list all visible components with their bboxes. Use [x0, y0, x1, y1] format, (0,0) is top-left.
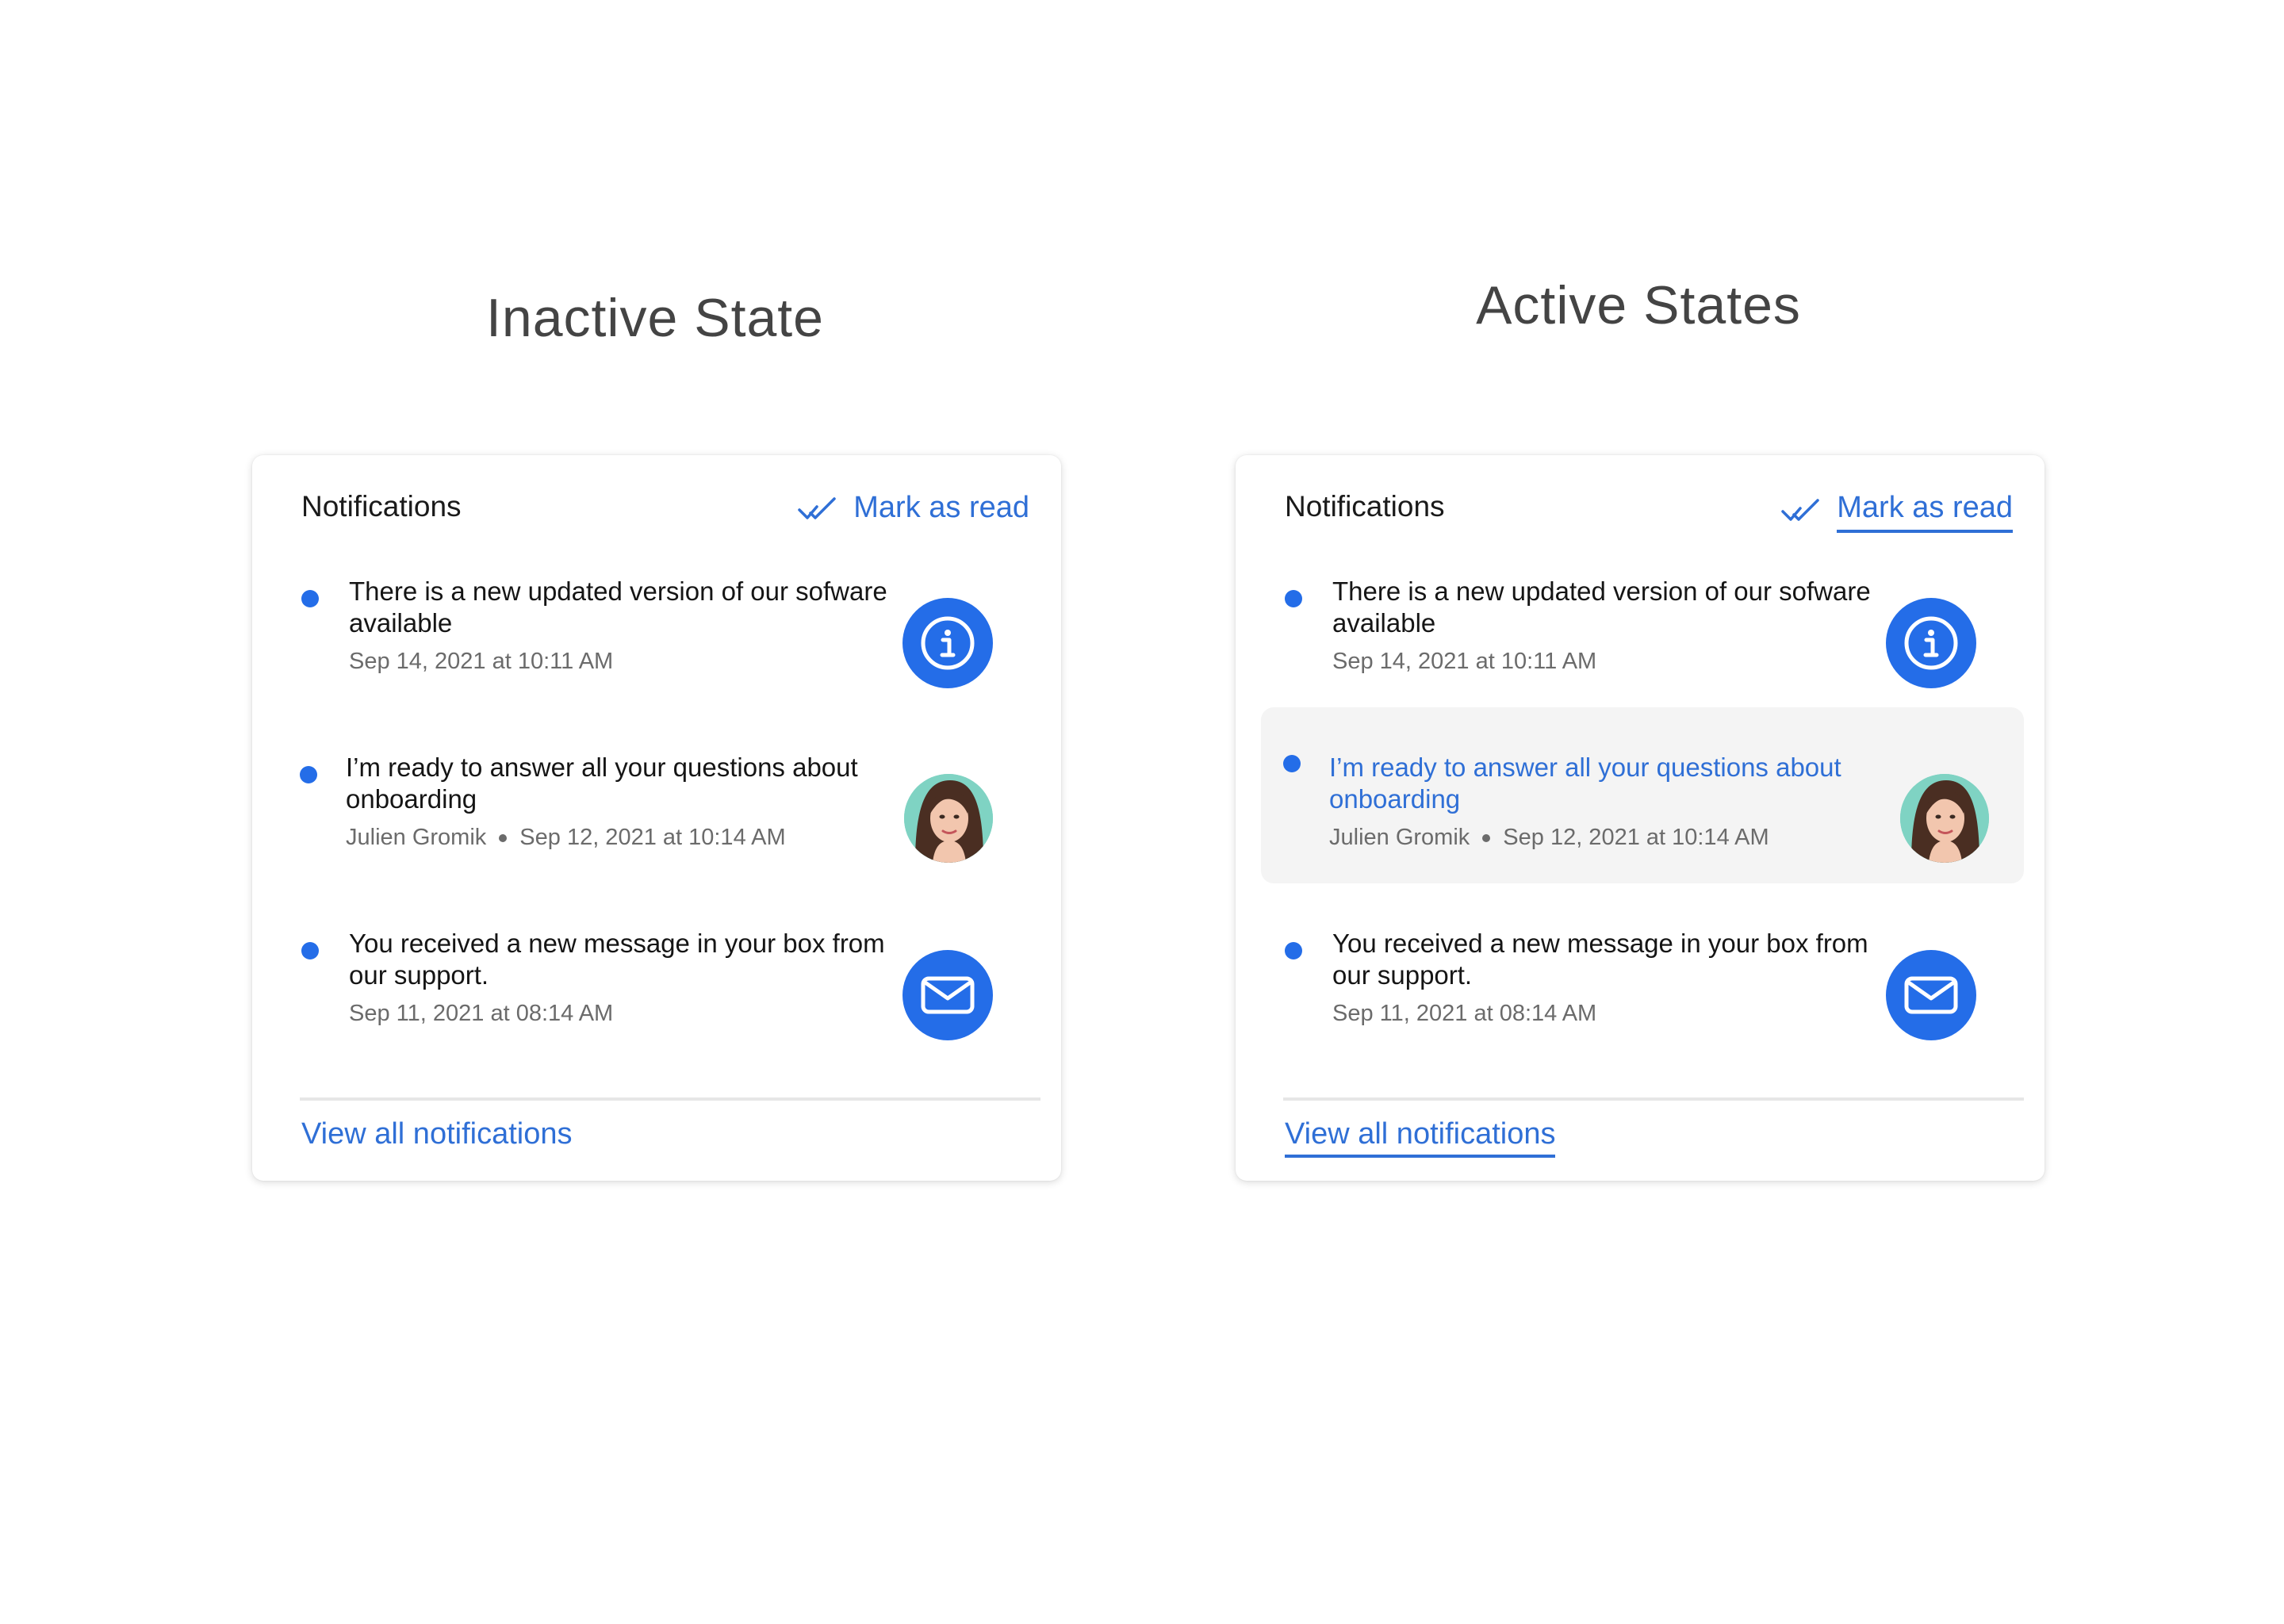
notification-message: I’m ready to answer all your questions a… — [346, 753, 858, 814]
unread-dot — [1285, 590, 1302, 607]
notification-message: I’m ready to answer all your questions a… — [1329, 753, 1841, 814]
info-icon — [1904, 616, 1958, 670]
info-badge — [902, 598, 993, 688]
notification-meta: Julien Gromik Sep 12, 2021 at 10:14 AM — [346, 825, 885, 851]
notification-date: Sep 12, 2021 at 10:14 AM — [1503, 825, 1769, 850]
meta-separator — [1482, 833, 1491, 842]
notification-item-hovered[interactable]: I’m ready to answer all your questions a… — [1261, 707, 2024, 883]
panel-title: Notifications — [1285, 490, 1445, 523]
inactive-section-title: Inactive State — [485, 288, 825, 348]
double-check-icon — [798, 497, 836, 519]
panel-title: Notifications — [301, 490, 462, 523]
notification-date: Sep 14, 2021 at 10:11 AM — [349, 649, 614, 674]
notification-meta: Sep 14, 2021 at 10:11 AM — [1332, 649, 1872, 675]
notification-meta: Sep 14, 2021 at 10:11 AM — [349, 649, 888, 675]
notifications-panel-active: Notifications Mark as read There is a ne… — [1236, 455, 2044, 1181]
notification-item[interactable]: I’m ready to answer all your questions a… — [278, 731, 1040, 907]
unread-dot — [301, 590, 319, 607]
active-section-title: Active States — [1476, 275, 1801, 335]
double-check-icon — [1781, 499, 1819, 521]
footer-divider — [300, 1097, 1040, 1101]
mark-as-read-link[interactable]: Mark as read — [798, 488, 1029, 530]
mark-as-read-label: Mark as read — [1837, 488, 2013, 533]
info-badge — [1886, 598, 1976, 688]
notification-message: There is a new updated version of our so… — [349, 576, 887, 638]
view-all-notifications-link[interactable]: View all notifications — [1285, 1115, 1556, 1158]
notification-item[interactable]: You received a new message in your box f… — [278, 907, 1040, 1083]
notification-date: Sep 11, 2021 at 08:14 AM — [349, 1001, 614, 1026]
unread-dot — [300, 766, 317, 783]
notification-date: Sep 12, 2021 at 10:14 AM — [519, 825, 786, 850]
mail-badge — [1886, 950, 1976, 1040]
notification-item[interactable]: There is a new updated version of our so… — [278, 555, 1040, 731]
mark-as-read-link[interactable]: Mark as read — [1781, 488, 2013, 533]
unread-dot — [301, 942, 319, 959]
notification-message: There is a new updated version of our so… — [1332, 576, 1871, 638]
notification-item[interactable]: You received a new message in your box f… — [1261, 907, 2024, 1083]
panel-header: Notifications Mark as read — [1285, 485, 2013, 533]
info-icon — [921, 616, 975, 670]
notification-meta: Sep 11, 2021 at 08:14 AM — [349, 1001, 888, 1027]
person-avatar-icon — [1900, 774, 1989, 863]
panel-header: Notifications Mark as read — [301, 485, 1029, 533]
notification-meta: Sep 11, 2021 at 08:14 AM — [1332, 1001, 1872, 1027]
meta-separator — [499, 833, 508, 842]
notification-author: Julien Gromik — [346, 825, 487, 850]
person-avatar-icon — [904, 774, 993, 863]
notification-message: You received a new message in your box f… — [349, 929, 885, 990]
mail-icon — [921, 976, 975, 1014]
avatar — [1900, 774, 1989, 863]
footer-divider — [1283, 1097, 2024, 1101]
notification-meta: Julien Gromik Sep 12, 2021 at 10:14 AM — [1329, 825, 1868, 851]
avatar — [904, 774, 993, 863]
notification-item[interactable]: There is a new updated version of our so… — [1261, 555, 2024, 731]
notification-message: You received a new message in your box f… — [1332, 929, 1868, 990]
notifications-panel-inactive: Notifications Mark as read There is a ne… — [252, 455, 1061, 1181]
mail-badge — [902, 950, 993, 1040]
notification-date: Sep 11, 2021 at 08:14 AM — [1332, 1001, 1597, 1026]
mail-icon — [1904, 976, 1958, 1014]
notification-author: Julien Gromik — [1329, 825, 1470, 850]
notification-date: Sep 14, 2021 at 10:11 AM — [1332, 649, 1597, 674]
canvas: Inactive State Active States Notificatio… — [0, 0, 2284, 1624]
unread-dot — [1285, 942, 1302, 959]
unread-dot — [1283, 755, 1301, 772]
view-all-notifications-link[interactable]: View all notifications — [301, 1115, 572, 1155]
mark-as-read-label: Mark as read — [853, 491, 1029, 524]
